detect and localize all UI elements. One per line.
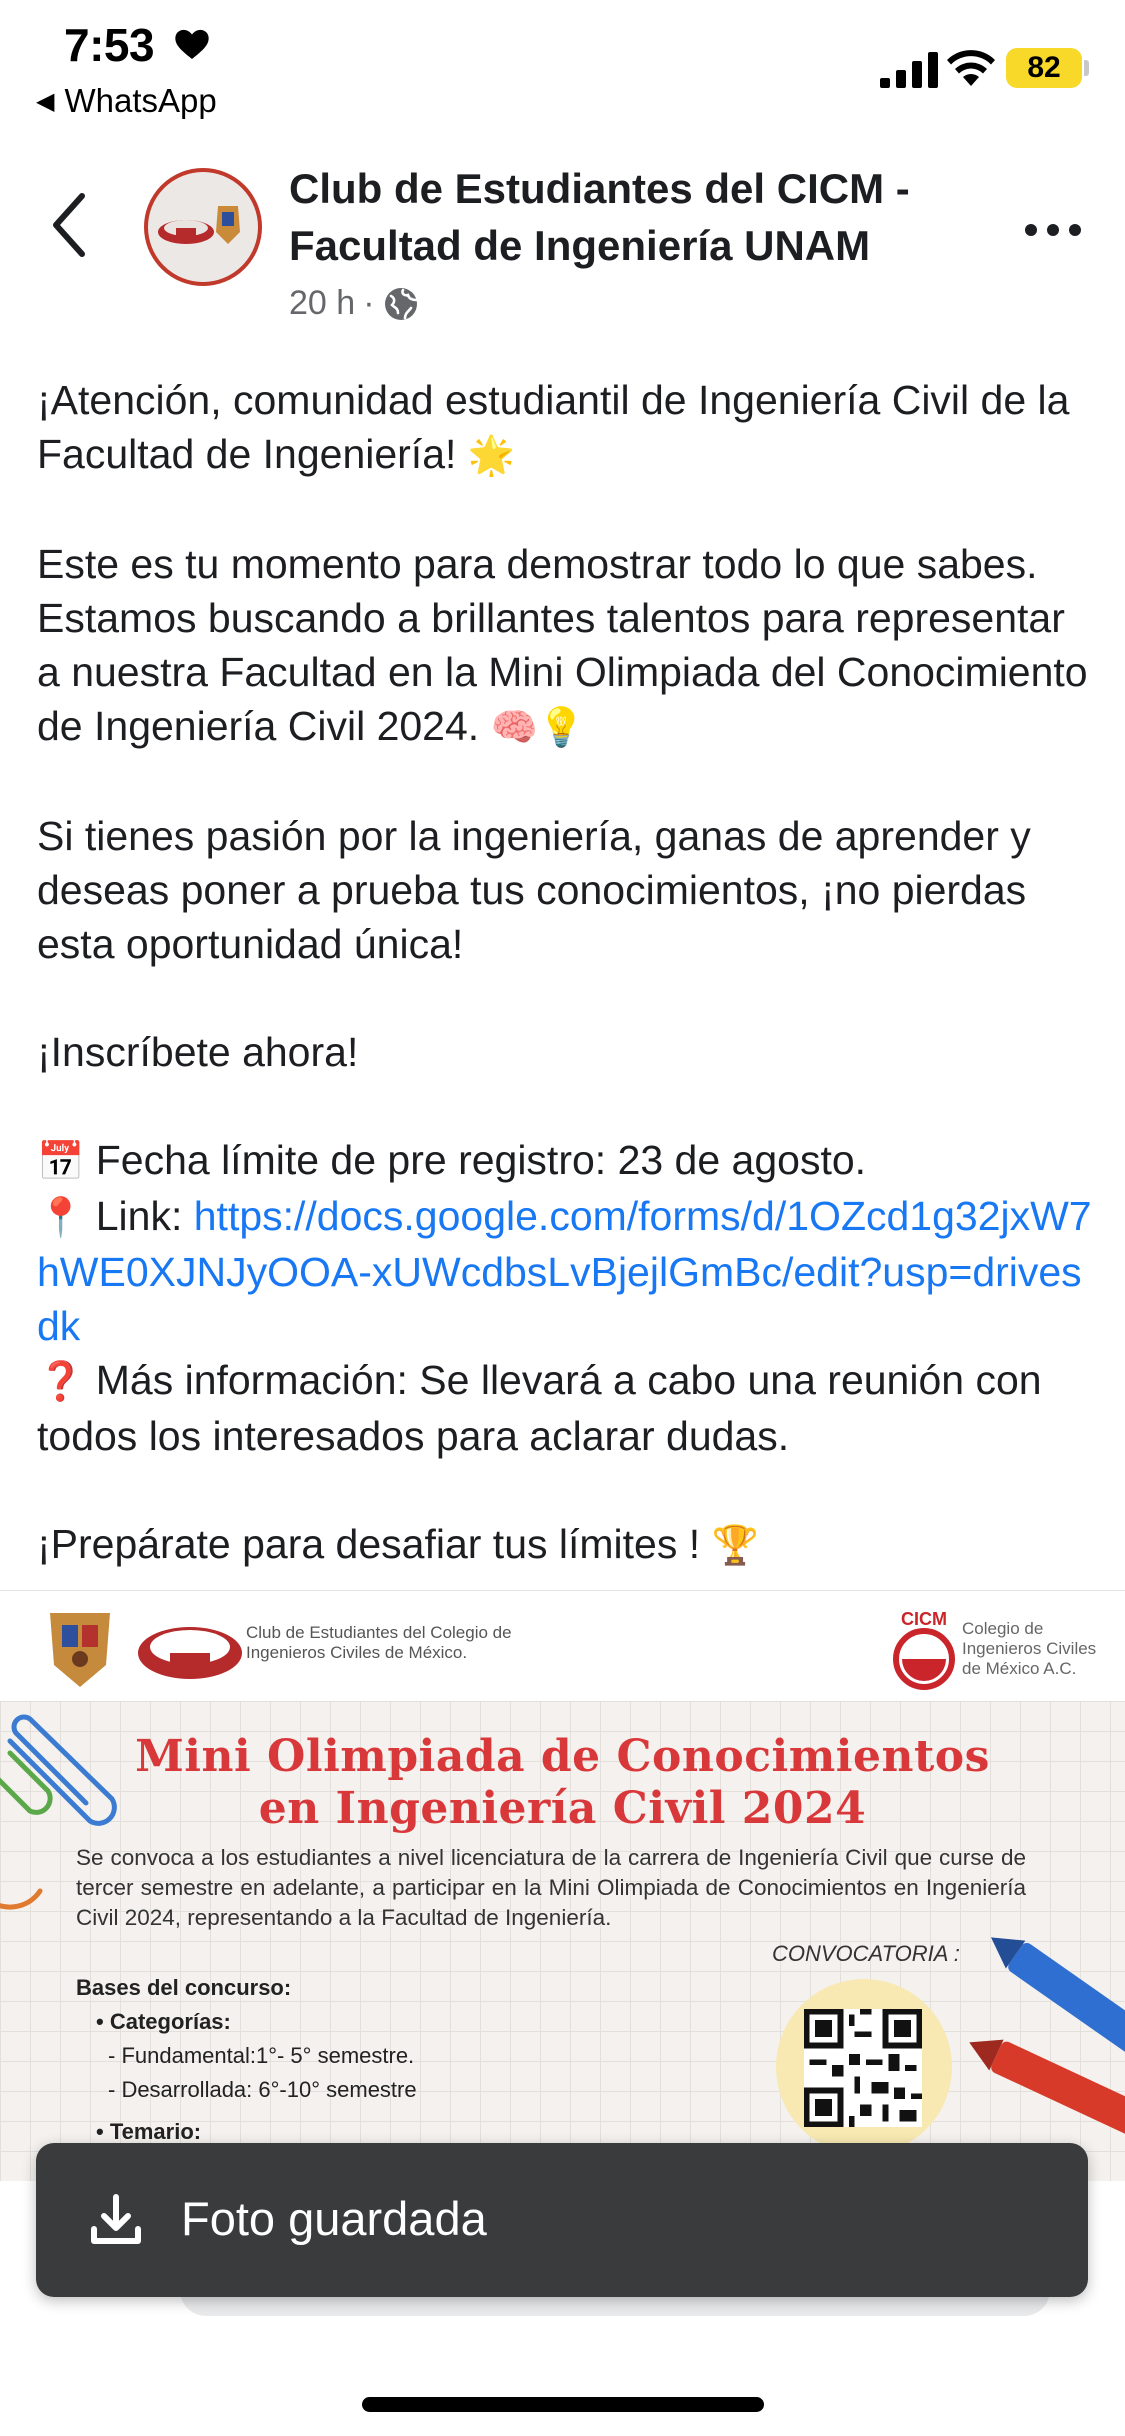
- photo-saved-toast: Foto guardada: [36, 2143, 1088, 2297]
- trophy-emoji: 🏆: [711, 1525, 759, 1567]
- status-time: 7:53: [64, 19, 155, 71]
- cicm-logo-text: CICM: [901, 1609, 947, 1629]
- home-indicator[interactable]: [362, 2397, 764, 2412]
- unam-shield-icon: [50, 1613, 110, 1687]
- download-icon: [91, 2194, 141, 2244]
- poster-convocatoria: CONVOCATORIA :: [772, 1941, 960, 1966]
- post-body: ¡Atención, comunidad estudiantil de Inge…: [37, 373, 1097, 1573]
- category-2: - Desarrollada: 6°-10° semestre: [108, 2077, 417, 2102]
- post-image-poster[interactable]: Club de Estudiantes del Colegio de Ingen…: [0, 1590, 1125, 2181]
- battery-indicator: 82: [1006, 48, 1082, 88]
- back-app-label: WhatsApp: [64, 82, 217, 119]
- categorias-label: Categorías:: [109, 2009, 231, 2034]
- closing-line: ¡Prepárate para desafiar tus límites ! 🏆: [37, 1517, 1097, 1573]
- club-ring-logo-icon: [138, 1627, 242, 1679]
- club-caption: Club de Estudiantes del Colegio de Ingen…: [246, 1623, 512, 1663]
- cicm-caption-line-1: Colegio de: [962, 1619, 1044, 1638]
- post-paragraph-4: ¡Inscríbete ahora!: [37, 1029, 359, 1075]
- more-options-icon[interactable]: [1022, 220, 1084, 240]
- club-caption-line-2: Ingenieros Civiles de México.: [246, 1643, 468, 1662]
- p1-text: ¡Atención, comunidad estudiantil de Inge…: [37, 377, 1070, 477]
- closing-text: ¡Prepárate para desafiar tus límites !: [37, 1521, 701, 1567]
- page-avatar[interactable]: [144, 168, 262, 286]
- post-paragraph-1: ¡Atención, comunidad estudiantil de Inge…: [37, 373, 1097, 483]
- calendar-emoji: 📅: [37, 1141, 85, 1183]
- qr-code-icon[interactable]: [804, 2009, 922, 2127]
- post-time: 20 h: [289, 284, 356, 322]
- wifi-icon: [947, 50, 995, 86]
- poster-title-line-2: en Ingeniería Civil 2024: [258, 1783, 867, 1834]
- poster-intro: Se convoca a los estudiantes a nivel lic…: [76, 1845, 1026, 1930]
- back-triangle-icon: ◀: [36, 87, 55, 115]
- category-1: - Fundamental:1°- 5° semestre.: [108, 2043, 415, 2068]
- club-caption-line-1: Club de Estudiantes del Colegio de: [246, 1623, 512, 1642]
- question-mark-emoji: ❓: [37, 1361, 85, 1403]
- brain-bulb-emoji: 🧠💡: [490, 707, 586, 749]
- poster-header: Club de Estudiantes del Colegio de Ingen…: [0, 1591, 1125, 1701]
- categorias-heading: • Categorías:: [96, 2009, 231, 2034]
- registration-link[interactable]: https://docs.google.com/forms/d/1OZcd1g3…: [37, 1193, 1092, 1349]
- battery-level: 82: [1027, 51, 1061, 84]
- back-to-app-link[interactable]: ◀ WhatsApp: [36, 82, 217, 120]
- deadline-text: Fecha límite de pre registro: 23 de agos…: [95, 1137, 867, 1183]
- bases-heading: Bases del concurso:: [76, 1975, 292, 2000]
- toast-message: Foto guardada: [181, 2192, 487, 2245]
- heart-icon: [175, 29, 209, 59]
- link-line: 📍 Link: https://docs.google.com/forms/d/…: [37, 1189, 1097, 1353]
- status-bar: 7:53 ◀ WhatsApp 82: [0, 0, 1125, 120]
- cellular-signal-icon: [880, 52, 938, 88]
- poster-bases: Bases del concurso: • Categorías: - Fund…: [76, 1971, 676, 2149]
- crayons-icon: [969, 1937, 1125, 2137]
- club-logo-icon: [158, 206, 240, 244]
- pin-emoji: 📍: [37, 1197, 85, 1239]
- deadline-line: 📅 Fecha límite de pre registro: 23 de ag…: [37, 1133, 1097, 1189]
- cicm-caption-line-2: Ingenieros Civiles: [962, 1639, 1097, 1658]
- page-name[interactable]: Club de Estudiantes del CICM - Facultad …: [289, 160, 979, 274]
- post-paragraph-3: Si tienes pasión por la ingeniería, gana…: [37, 813, 1031, 967]
- post-paragraph-2: Este es tu momento para demostrar todo l…: [37, 537, 1097, 755]
- info-text: Más información: Se llevará a cabo una r…: [37, 1357, 1042, 1459]
- battery-cap: [1084, 60, 1089, 76]
- back-chevron-icon[interactable]: [48, 190, 92, 260]
- glowing-star-emoji: 🌟: [467, 435, 516, 477]
- link-label: Link:: [95, 1193, 183, 1239]
- poster-title-line-1: Mini Olimpiada de Conocimientos: [135, 1731, 990, 1782]
- cicm-logo-icon: CICM: [893, 1609, 955, 1690]
- meta-separator: ·: [363, 284, 375, 322]
- cicm-caption-line-3: de México A.C.: [962, 1659, 1077, 1678]
- globe-icon: [384, 287, 417, 320]
- post-meta: 20 h ·: [289, 284, 419, 323]
- cicm-caption: Colegio de Ingenieros Civiles de México …: [962, 1619, 1096, 1679]
- info-line: ❓ Más información: Se llevará a cabo una…: [37, 1353, 1097, 1463]
- temario-label: Temario:: [109, 2119, 202, 2144]
